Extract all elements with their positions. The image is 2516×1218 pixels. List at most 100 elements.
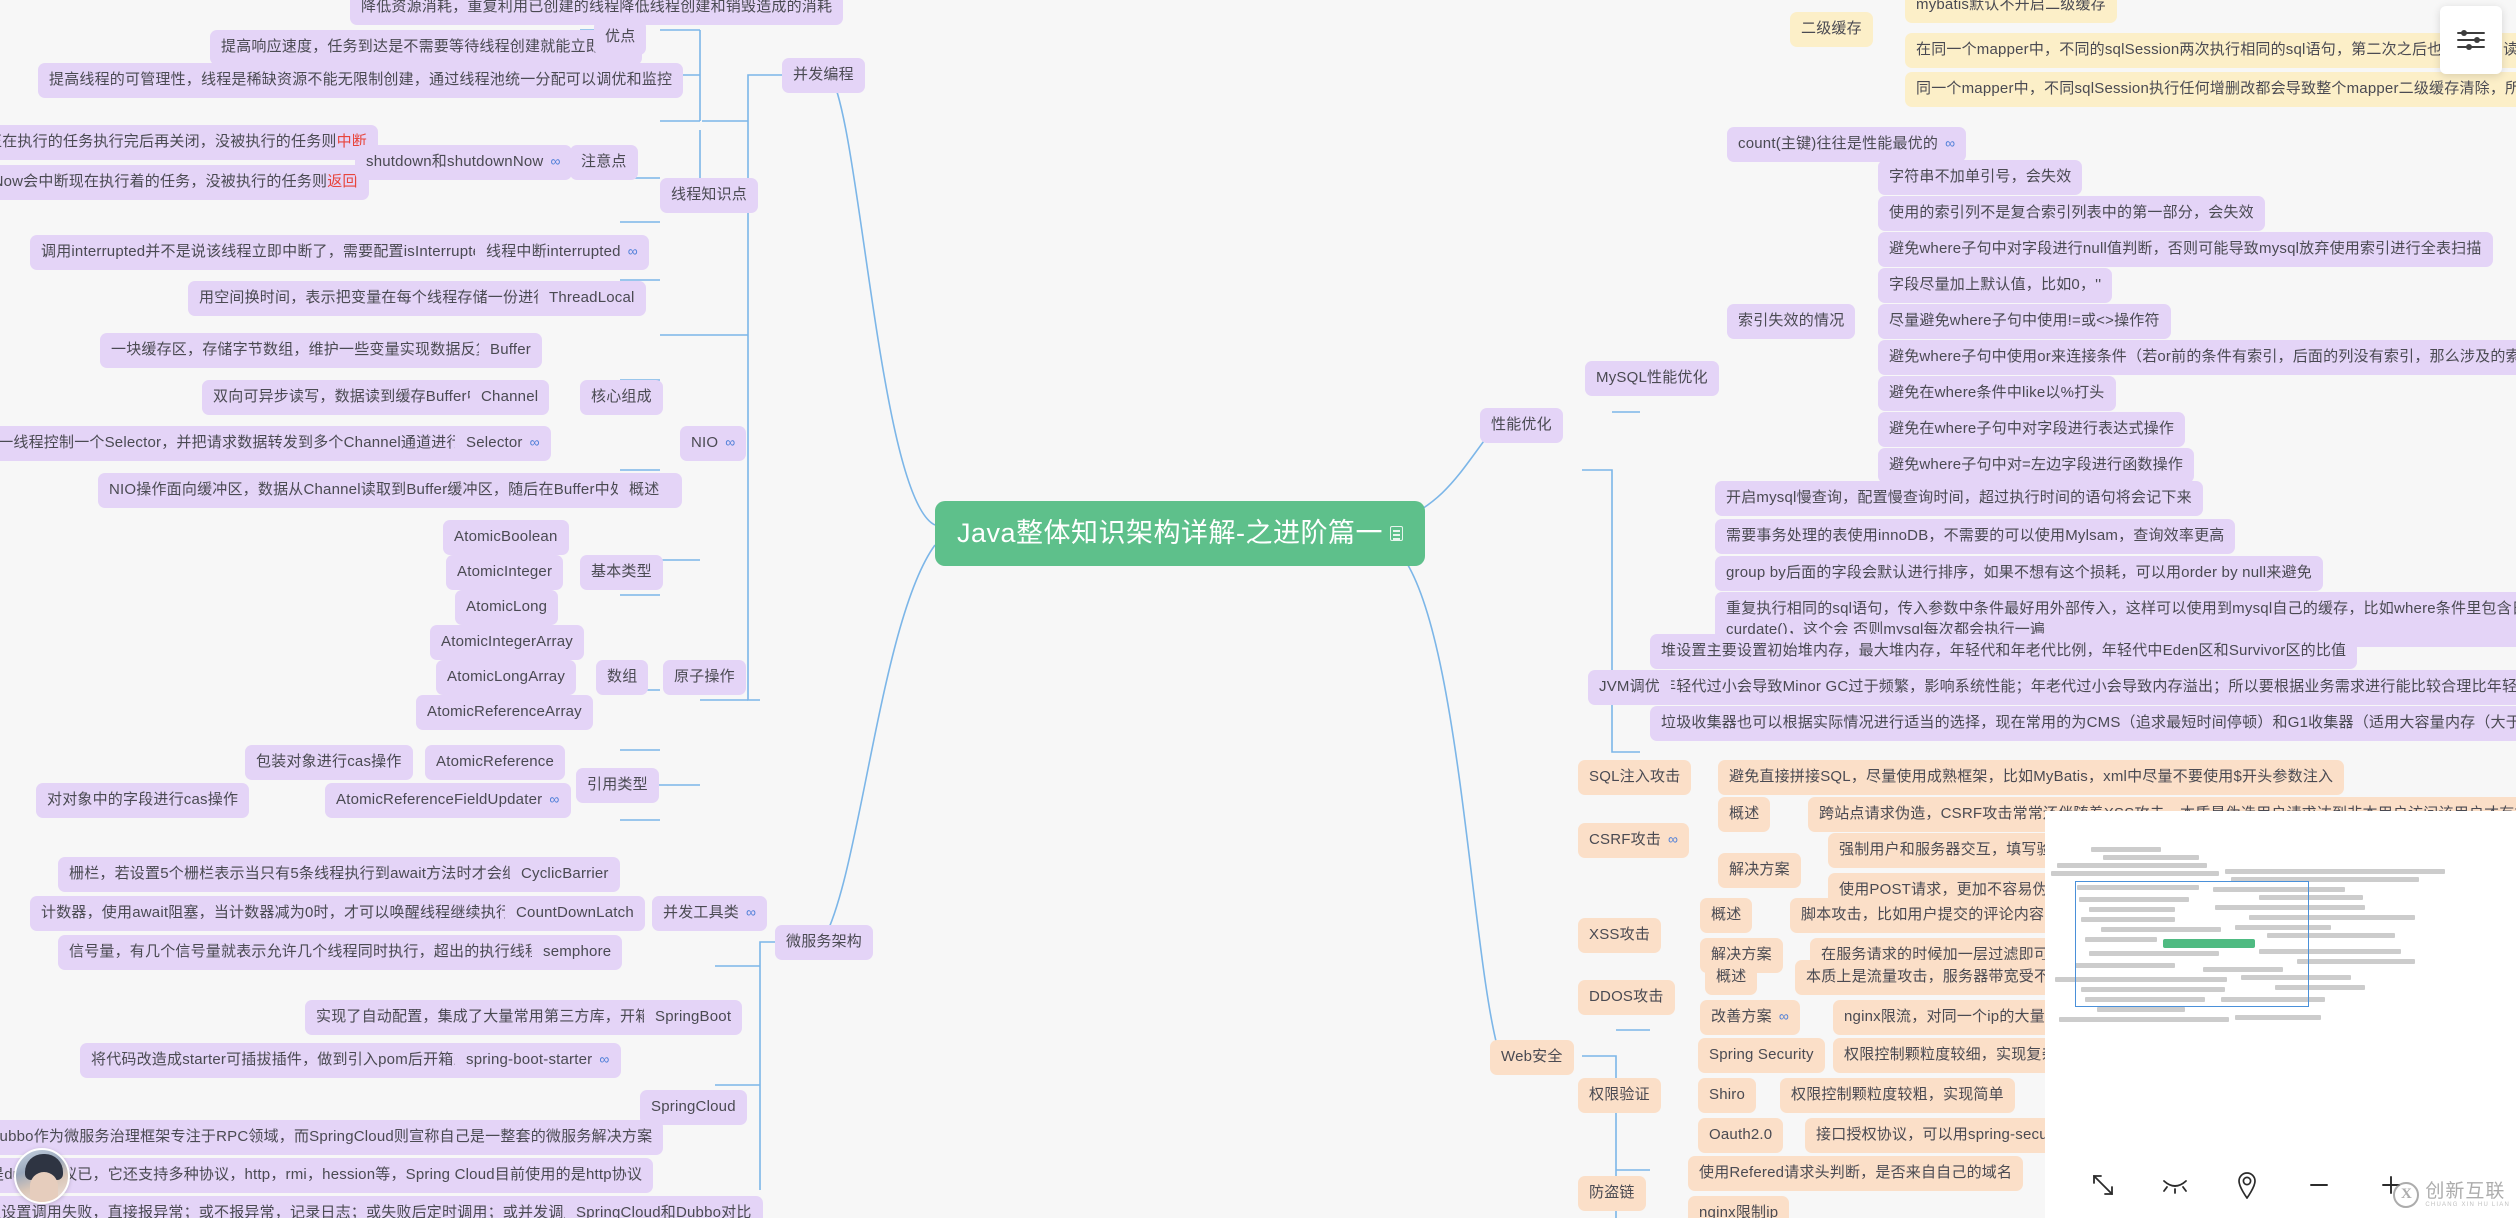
node-index-fail-7[interactable]: 避免在where条件中like以%打头 (1878, 376, 2116, 411)
node-springboot-desc[interactable]: 实现了自动配置，集成了大量常用第三方库，开箱即用 (305, 1000, 692, 1035)
node-mysql-performance[interactable]: MySQL性能优化 (1585, 361, 1719, 396)
node-starter-desc[interactable]: 将代码改造成starter可插拔插件，做到引入pom后开箱即用 (80, 1043, 495, 1078)
node-concurrent-tools[interactable]: 并发工具类 ∞ (652, 896, 768, 931)
node-threadlocal-desc[interactable]: 用空间换时间，表示把变量在每个线程存储一份进行操作 (188, 281, 591, 316)
node-mysql-tip-1[interactable]: 开启mysql慢查询，配置慢查询时间，超过执行时间的语句将会记下来 (1715, 481, 2203, 516)
node-jvm-tuning[interactable]: JVM调优 (1588, 670, 1672, 705)
node-antileech[interactable]: 防盗链 (1578, 1176, 1646, 1211)
node-csrf-attack[interactable]: CSRF攻击 ∞ (1578, 823, 1690, 858)
node-spring-security[interactable]: Spring Security (1698, 1038, 1825, 1073)
node-atomicreferencefieldupdater[interactable]: AtomicReferenceFieldUpdater ∞ (325, 783, 571, 818)
node-atomicreference[interactable]: AtomicReference (425, 745, 566, 780)
node-semphore-desc[interactable]: 信号量，有几个信号量就表示允许几个线程同时执行，超出的执行线程会阻塞 (58, 935, 597, 970)
node-array[interactable]: 数组 (596, 660, 649, 695)
minimap-viewport[interactable] (2075, 881, 2309, 1007)
node-atomiclongarray[interactable]: AtomicLongArray (436, 660, 577, 695)
zoom-out-icon[interactable] (2283, 1162, 2355, 1208)
node-second-level-cache[interactable]: 二级缓存 (1790, 12, 1873, 47)
node-advantage-manage[interactable]: 提高线程的可管理性，线程是稀缺资源不能无限制创建，通过线程池统一分配可以调优和监… (38, 63, 684, 98)
node-shutdown[interactable]: shutdown和shutdownNow ∞ (355, 145, 572, 180)
node-compare-1[interactable]: dubbo作为微服务治理框架专注于RPC领域，而SpringCloud则宣称自己… (0, 1120, 664, 1155)
node-oauth[interactable]: Oauth2.0 (1698, 1118, 1784, 1153)
node-csrf-solution-label[interactable]: 解决方案 (1718, 853, 1801, 888)
node-mysql-tip-2[interactable]: 需要事务处理的表使用innoDB，不需要的可以使用Mylsam，查询效率更高 (1715, 519, 2236, 554)
node-jvm-tip-2[interactable]: 年轻代过小会导致Minor GC过于频繁，影响系统性能；年老代过小会导致内存溢出… (1650, 670, 2516, 705)
node-branch-performance[interactable]: 性能优化 (1480, 408, 1563, 443)
node-shiro-desc[interactable]: 权限控制颗粒度较粗，实现简单 (1780, 1078, 2015, 1113)
node-xss-attack[interactable]: XSS攻击 (1578, 918, 1662, 953)
node-core-components[interactable]: 核心组成 (580, 380, 663, 415)
locate-pin-icon[interactable] (2211, 1162, 2283, 1208)
node-semphore[interactable]: semphore (532, 935, 623, 970)
node-index-fail-9[interactable]: 避免where子句中对=左边字段进行函数操作 (1878, 448, 2195, 483)
node-csrf-overview-label[interactable]: 概述 (1718, 797, 1771, 832)
node-nginx-limit-ip[interactable]: nginx限制ip (1688, 1196, 1790, 1218)
node-atomicreferencearray[interactable]: AtomicReferenceArray (416, 695, 593, 730)
node-count-primary-key[interactable]: count(主键)往往是性能最优的 ∞ (1727, 127, 1967, 162)
node-compare-2[interactable]: 是dubbo协议已，它还支持多种协议，http，rmi，hession等，Spr… (0, 1158, 654, 1193)
node-shiro[interactable]: Shiro (1698, 1078, 1757, 1113)
node-spring-boot-starter[interactable]: spring-boot-starter ∞ (455, 1043, 621, 1078)
node-index-fail-8[interactable]: 避免在where子句中对字段进行表达式操作 (1878, 412, 2186, 447)
node-advantage-speed[interactable]: 提高响应速度，任务到达是不需要等待线程创建就能立即执行 (210, 30, 643, 65)
node-index-fail-1[interactable]: 字符串不加单引号，会失效 (1878, 160, 2083, 195)
node-atomiclong[interactable]: AtomicLong (455, 590, 559, 625)
node-selector-desc[interactable]: 单一线程控制一个Selector，并把请求数据转发到多个Channel通道进行传… (0, 426, 504, 461)
node-index-fail-2[interactable]: 使用的索引列不是复合索引列表中的第一部分，会失效 (1878, 196, 2265, 231)
user-avatar[interactable] (14, 1148, 70, 1204)
node-branch-websecurity[interactable]: Web安全 (1490, 1040, 1574, 1075)
node-channel[interactable]: Channel (470, 380, 550, 415)
node-basic-type[interactable]: 基本类型 (580, 555, 663, 590)
node-buffer[interactable]: Buffer (479, 333, 542, 368)
minimap-toolbar[interactable]: X 创新互联 CHUANG XIN HU LIAN (2045, 1152, 2516, 1218)
minimap-thumbnail[interactable] (2045, 811, 2516, 1111)
node-cyclicbarrier[interactable]: CyclicBarrier (510, 857, 620, 892)
node-interrupt[interactable]: 线程中断interrupted ∞ (475, 235, 649, 270)
node-refered-header[interactable]: 使用Refered请求头判断，是否来自自己的域名 (1688, 1156, 2024, 1191)
node-shutdown-desc-2[interactable]: wnNow会中断现在执行着的任务，没被执行的任务则 返回 (0, 165, 369, 200)
root-node[interactable]: Java整体知识架构详解-之进阶篇一 (935, 501, 1426, 567)
node-index-fail-6[interactable]: 避免where子句中使用or来连接条件（若or前的条件有索引，后面的列没有索引，… (1878, 340, 2516, 375)
node-sql-injection-desc[interactable]: 避免直接拼接SQL，尽量使用成熟框架，比如MyBatis，xml中尽量不要使用$… (1718, 760, 2345, 795)
node-index-fail-3[interactable]: 避免where子句中对字段进行null值判断，否则可能导致mysql放弃使用索引… (1878, 232, 2493, 267)
node-jvm-tip-1[interactable]: 堆设置主要设置初始堆内存，最大堆内存，年轻代和年老代比例，年轻代中Eden区和S… (1650, 634, 2358, 669)
node-buffer-desc[interactable]: 一块缓存区，存储字节数组，维护一些变量实现数据反复利用 (100, 333, 533, 368)
node-index-failure-cases[interactable]: 索引失效的情况 (1727, 304, 1856, 339)
node-thread-knowledge[interactable]: 线程知识点 (660, 178, 759, 213)
node-atomicreference-desc[interactable]: 包装对象进行cas操作 (245, 745, 413, 780)
node-threadlocal[interactable]: ThreadLocal (538, 281, 646, 316)
node-reference-type[interactable]: 引用类型 (576, 768, 659, 803)
node-nio-overview-desc[interactable]: NIO操作面向缓冲区，数据从Channel读取到Buffer缓冲区，随后在Buf… (98, 473, 682, 508)
node-atomicintegerarray[interactable]: AtomicIntegerArray (430, 625, 584, 660)
node-l2-desc-1[interactable]: 在同一个mapper中，不同的sqlSession两次执行相同的sql语句，第二… (1905, 33, 2516, 68)
sliders-icon[interactable] (2454, 25, 2488, 55)
node-springboot[interactable]: SpringBoot (644, 1000, 743, 1035)
node-branch-concurrency[interactable]: 并发编程 (782, 58, 865, 93)
node-atomicrefupdater-desc[interactable]: 对对象中的字段进行cas操作 (36, 783, 250, 818)
node-auth-verification[interactable]: 权限验证 (1578, 1078, 1661, 1113)
node-cyclicbarrier-desc[interactable]: 栅栏，若设置5个栅栏表示当只有5条线程执行到await方法时才会继续执行 (58, 857, 574, 892)
node-interrupt-desc[interactable]: 调用interrupted并不是说该线程立即中断了，需要配置isInterrup… (30, 235, 547, 270)
node-ddos-overview-label[interactable]: 概述 (1705, 960, 1758, 995)
node-countdownlatch-desc[interactable]: 计数器，使用await阻塞，当计数器减为0时，才可以唤醒线程继续执行下去 (30, 896, 553, 931)
node-advantage[interactable]: 优点 (594, 20, 647, 55)
node-xss-overview-label[interactable]: 概述 (1700, 898, 1753, 933)
node-sql-injection[interactable]: SQL注入攻击 (1578, 760, 1692, 795)
node-index-fail-5[interactable]: 尽量避免where子句中使用!=或<>操作符 (1878, 304, 2171, 339)
node-jvm-tip-3[interactable]: 垃圾收集器也可以根据实际情况进行适当的选择，现在常用的为CMS（追求最短时间停顿… (1650, 706, 2516, 741)
node-atomicinteger[interactable]: AtomicInteger (446, 555, 564, 590)
node-atomicboolean[interactable]: AtomicBoolean (443, 520, 569, 555)
node-channel-desc[interactable]: 双向可异步读写，数据读到缓存Buffer中 (202, 380, 493, 415)
node-notice[interactable]: 注意点 (570, 145, 638, 180)
node-spring-security-desc[interactable]: 权限控制颗粒度较细，实现复杂 (1833, 1038, 2068, 1073)
node-nio[interactable]: NIO ∞ (680, 426, 747, 461)
fit-screen-icon[interactable] (2067, 1162, 2139, 1208)
node-oauth-desc[interactable]: 接口授权协议，可以用spring-security- (1805, 1118, 2085, 1153)
node-countdownlatch[interactable]: CountDownLatch (505, 896, 645, 931)
mindmap-canvas[interactable]: 降低资源消耗，重复利用已创建的线程降低线程创建和销毁造成的消耗 提高响应速度，任… (0, 0, 2516, 1218)
node-selector[interactable]: Selector ∞ (455, 426, 551, 461)
settings-panel[interactable] (2440, 6, 2502, 74)
node-shutdown-desc-1[interactable]: 正在执行的任务执行完后再关闭，没被执行的任务则 中断 (0, 125, 379, 160)
node-index-fail-4[interactable]: 字段尽量加上默认值，比如0，'' (1878, 268, 2113, 303)
hide-eye-icon[interactable] (2139, 1162, 2211, 1208)
